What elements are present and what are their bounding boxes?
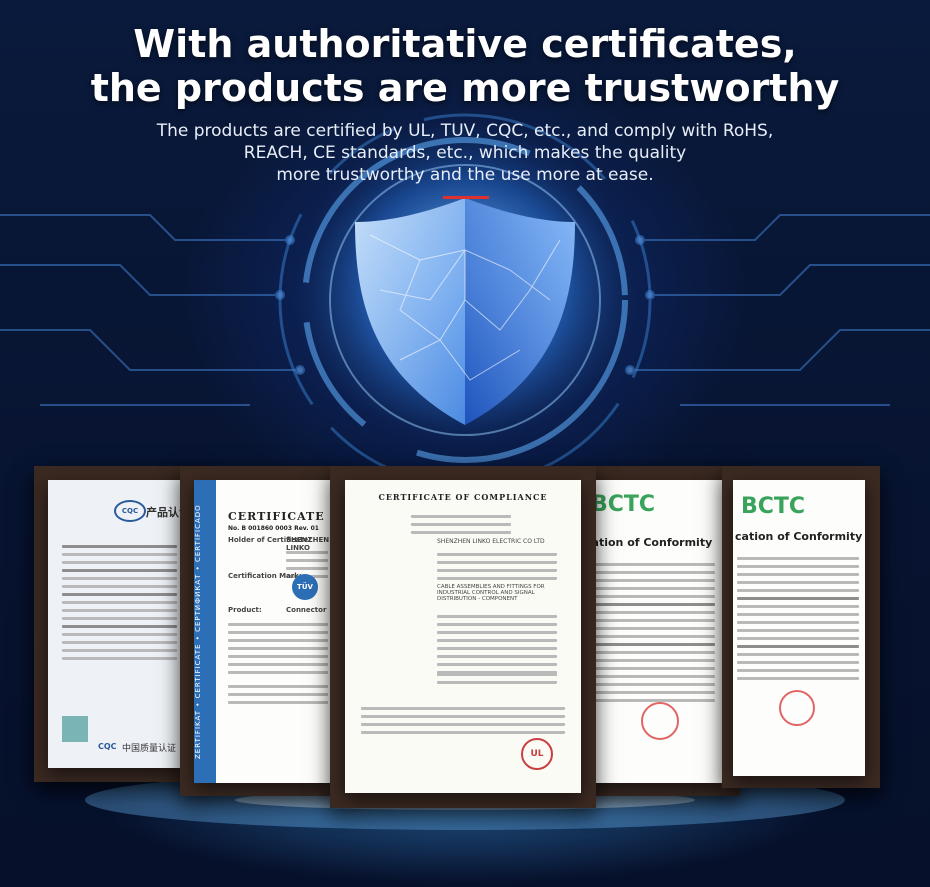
bctc-2-title: cation of Conformity	[735, 530, 863, 543]
tuv-number: No. B 001860 0003 Rev. 01	[228, 525, 319, 532]
headline-line-2: the products are more trustworthy	[90, 66, 840, 110]
ul-logo-icon: UL	[521, 738, 553, 770]
cqc-footer-text: 中国质量认证	[122, 744, 177, 754]
cqc-logo-icon: CQC	[114, 500, 146, 522]
bctc-1-title: cation of Conformity	[585, 536, 713, 549]
tuv-mark-label: Certification Mark:	[228, 572, 302, 580]
subtext-line-3: more trustworthy and the use more at eas…	[276, 165, 654, 185]
tuv-title: CERTIFICATE	[228, 510, 325, 523]
tuv-product-label: Product:	[228, 606, 262, 614]
tuv-logo-icon: TÜV	[292, 574, 318, 600]
certificate-tuv: ZERTIFIKAT • CERTIFICATE • СЕРТИФИКАТ • …	[194, 480, 334, 783]
bctc-logo-1: BCTC	[591, 492, 656, 517]
headline-line-1: With authoritative certificates,	[133, 22, 797, 66]
certificate-cqc: CQC 产品认证 CQC 中国质量认证	[48, 480, 190, 768]
subtext: The products are certified by UL, TUV, C…	[110, 120, 820, 186]
bctc-logo-2: BCTC	[741, 494, 806, 519]
subtext-line-2: REACH, CE standards, etc., which makes t…	[243, 143, 687, 163]
certificate-bctc-2: BCTC cation of Conformity	[733, 480, 865, 776]
certificate-ul: CERTIFICATE OF COMPLIANCE SHENZHEN LINKO…	[345, 480, 581, 793]
ul-issued-to: SHENZHEN LINKO ELECTRIC CO LTD	[437, 538, 545, 545]
red-seal-icon	[779, 690, 815, 726]
certificate-bctc-1: BCTC cation of Conformity	[583, 480, 723, 783]
subtext-line-1: The products are certified by UL, TUV, C…	[156, 121, 774, 141]
ul-product: CABLE ASSEMBLIES AND FITTINGS FOR INDUST…	[437, 584, 545, 602]
red-seal-icon	[641, 702, 679, 740]
ul-title: CERTIFICATE OF COMPLIANCE	[378, 492, 548, 502]
qr-code-icon	[62, 716, 88, 742]
headline: With authoritative certificates, the pro…	[0, 22, 930, 110]
tuv-side-band: ZERTIFIKAT • CERTIFICATE • СЕРТИФИКАТ • …	[194, 480, 216, 783]
cqc-footer-logo: CQC	[98, 742, 117, 751]
tuv-product: Connector	[286, 606, 327, 614]
